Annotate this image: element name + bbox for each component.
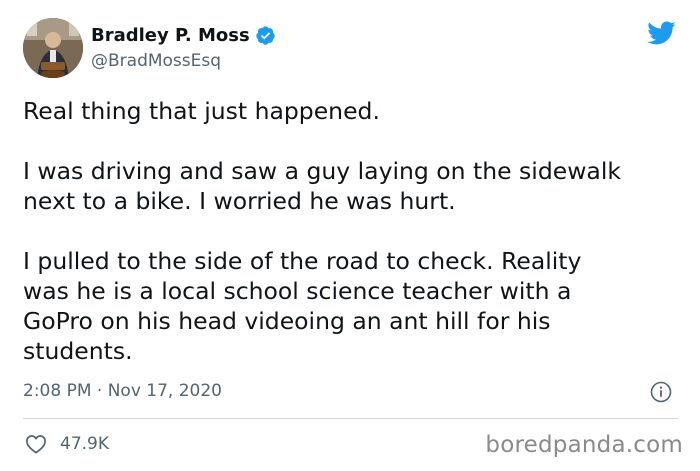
tweet-paragraph-3: I pulled to the side of the road to chec… xyxy=(23,247,582,365)
tweet-paragraph-2: I was driving and saw a guy laying on th… xyxy=(23,157,621,215)
profile-photo xyxy=(23,18,83,78)
like-button[interactable]: 47.9K xyxy=(25,431,109,457)
twitter-bird-icon[interactable] xyxy=(646,20,676,46)
tweet-paragraph-1: Real thing that just happened. xyxy=(23,97,380,125)
author-handle[interactable]: @BradMossEsq xyxy=(91,51,221,71)
author-avatar[interactable] xyxy=(23,18,83,78)
tweet-card: Bradley P. Moss @BradMossEsq Real thing … xyxy=(0,0,700,471)
verified-badge-icon xyxy=(255,25,276,46)
heart-icon[interactable] xyxy=(25,434,47,454)
author-name-row[interactable]: Bradley P. Moss xyxy=(91,22,276,48)
divider xyxy=(23,418,678,419)
tweet-body: Real thing that just happened. I was dri… xyxy=(23,96,683,366)
like-count: 47.9K xyxy=(60,434,109,454)
boredpanda-watermark: boredpanda.com xyxy=(485,432,683,458)
info-icon[interactable] xyxy=(650,381,672,403)
tweet-timestamp[interactable]: 2:08 PM · Nov 17, 2020 xyxy=(23,381,222,401)
author-display-name[interactable]: Bradley P. Moss xyxy=(91,25,250,46)
